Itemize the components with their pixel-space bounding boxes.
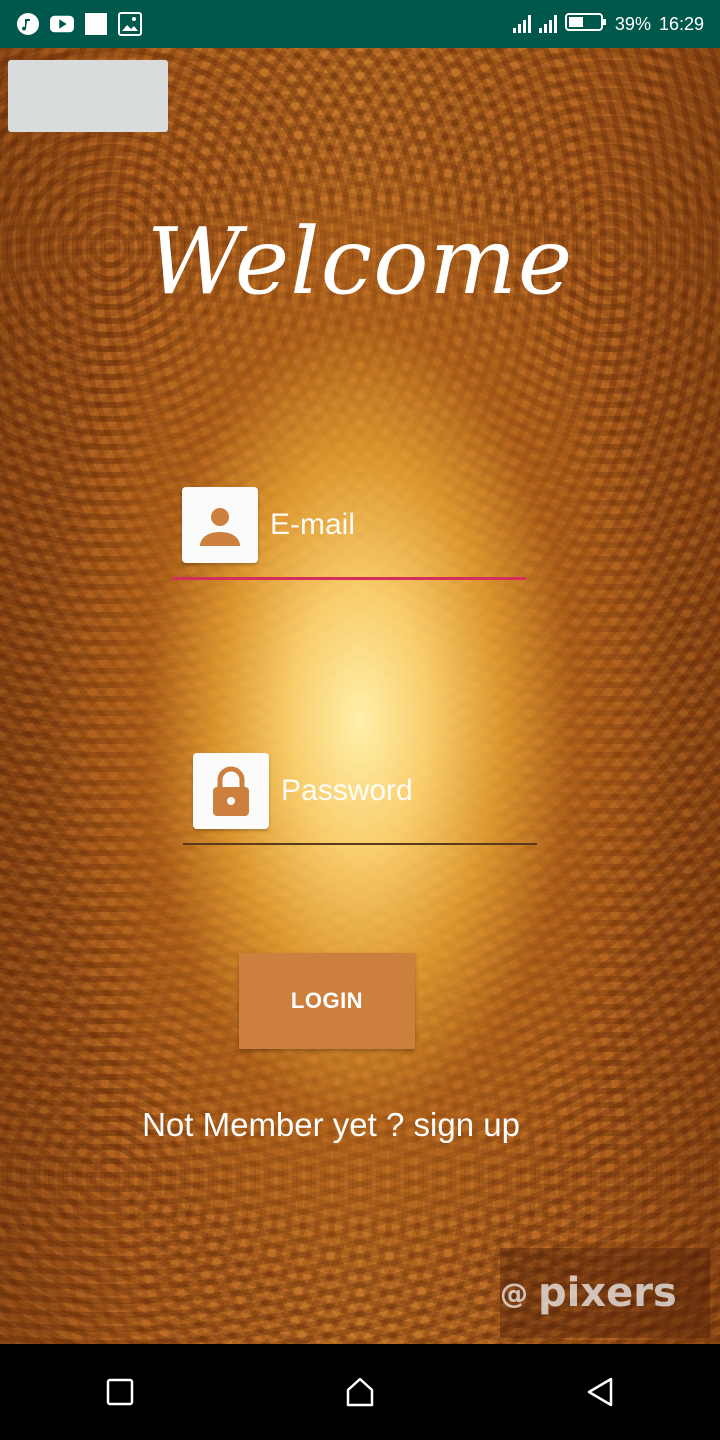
password-input[interactable]	[279, 773, 533, 809]
person-icon	[182, 487, 258, 563]
square-icon	[84, 12, 108, 36]
watermark: @ pixers	[500, 1248, 710, 1338]
top-placeholder-box	[8, 60, 168, 132]
email-underline	[172, 577, 526, 580]
signal-icon	[512, 15, 531, 33]
battery-level: 39%	[614, 13, 651, 34]
navigation-bar	[0, 1344, 720, 1440]
password-field-group	[193, 753, 533, 829]
back-icon[interactable]	[570, 1362, 630, 1422]
email-field-group	[182, 487, 522, 563]
home-icon[interactable]	[330, 1362, 390, 1422]
battery-icon	[564, 12, 607, 37]
status-bar: 39% 16:29	[0, 0, 720, 48]
image-icon	[118, 12, 142, 36]
watermark-text: pixers	[538, 1270, 677, 1316]
signup-link[interactable]: Not Member yet ? sign up	[1, 1106, 661, 1144]
lock-icon	[193, 753, 269, 829]
clock: 16:29	[658, 13, 704, 34]
recents-icon[interactable]	[90, 1362, 150, 1422]
youtube-icon	[50, 12, 74, 36]
welcome-title: Welcome	[146, 208, 574, 315]
login-button[interactable]: LOGIN	[239, 953, 415, 1049]
music-icon	[16, 12, 40, 36]
password-underline	[183, 843, 537, 845]
email-input[interactable]	[268, 507, 522, 543]
watermark-logo-icon: @	[500, 1276, 528, 1310]
login-screen: Welcome LOGIN Not Member yet ? sign up @…	[0, 48, 720, 1344]
signal-icon	[538, 15, 557, 33]
